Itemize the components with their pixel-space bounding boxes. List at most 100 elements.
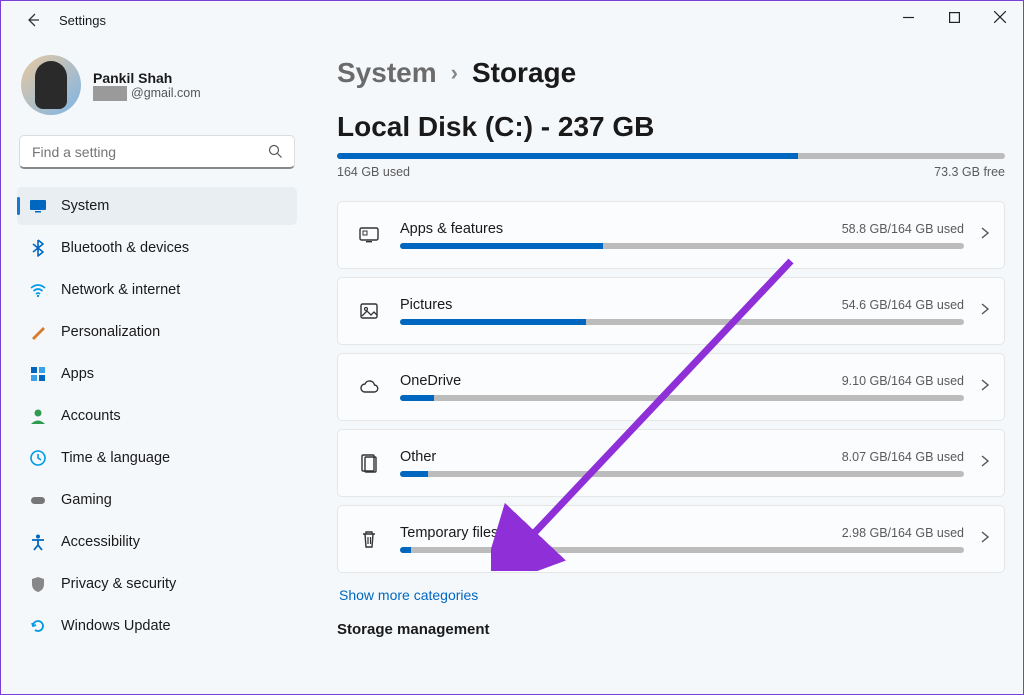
cloud-icon [356, 374, 382, 400]
main-content: System › Storage Local Disk (C:) - 237 G… [309, 39, 1023, 694]
close-button[interactable] [977, 1, 1023, 33]
disk-used-label: 164 GB used [337, 165, 410, 179]
avatar [21, 55, 81, 115]
nav-list: System Bluetooth & devices Network & inter… [17, 187, 297, 645]
nav-item-label: Bluetooth & devices [61, 240, 189, 256]
category-body: Apps & features 58.8 GB/164 GB used [400, 221, 964, 249]
category-list: Apps & features 58.8 GB/164 GB used Pict… [337, 201, 1005, 573]
breadcrumb-parent[interactable]: System [337, 57, 437, 89]
brush-icon [29, 323, 47, 341]
nav-item-label: Network & internet [61, 282, 180, 298]
category-used-label: 9.10 GB/164 GB used [842, 374, 964, 388]
category-fill [400, 471, 428, 477]
category-name: Temporary files [400, 525, 498, 541]
breadcrumb-current: Storage [472, 57, 576, 89]
nav-item-personalization[interactable]: Personalization [17, 313, 297, 351]
chevron-right-icon [980, 454, 990, 473]
nav-item-apps[interactable]: Apps [17, 355, 297, 393]
disk-usage-bar [337, 153, 1005, 159]
category-onedrive[interactable]: OneDrive 9.10 GB/164 GB used [337, 353, 1005, 421]
back-button[interactable] [19, 6, 47, 34]
chevron-right-icon [980, 378, 990, 397]
pictures-icon [356, 298, 382, 324]
category-name: OneDrive [400, 373, 461, 389]
disk-title: Local Disk (C:) - 237 GB [337, 111, 1005, 143]
window-controls [885, 1, 1023, 33]
chevron-right-icon [980, 226, 990, 245]
other-icon [356, 450, 382, 476]
category-bar [400, 547, 964, 553]
maximize-button[interactable] [931, 1, 977, 33]
category-bar [400, 243, 964, 249]
category-used-label: 54.6 GB/164 GB used [842, 298, 964, 312]
bluetooth-icon [29, 239, 47, 257]
search-icon [268, 144, 283, 164]
profile-name: Pankil Shah [93, 70, 201, 86]
nav-item-gaming[interactable]: Gaming [17, 481, 297, 519]
category-apps-features[interactable]: Apps & features 58.8 GB/164 GB used [337, 201, 1005, 269]
sidebar: Pankil Shah @gmail.com System Bluetooth &… [1, 39, 309, 694]
nav-item-label: Time & language [61, 450, 170, 466]
nav-item-time-language[interactable]: Time & language [17, 439, 297, 477]
trash-icon [356, 526, 382, 552]
nav-item-label: Accessibility [61, 534, 140, 550]
apps-icon [356, 222, 382, 248]
person-icon [29, 407, 47, 425]
nav-item-label: Apps [61, 366, 94, 382]
category-body: Temporary files 2.98 GB/164 GB used [400, 525, 964, 553]
nav-item-label: System [61, 198, 109, 214]
disk-usage-fill [337, 153, 798, 159]
profile-block[interactable]: Pankil Shah @gmail.com [17, 49, 297, 129]
category-bar [400, 319, 964, 325]
show-more-link[interactable]: Show more categories [339, 587, 1005, 603]
category-fill [400, 243, 603, 249]
category-name: Pictures [400, 297, 452, 313]
chevron-right-icon [980, 302, 990, 321]
breadcrumb: System › Storage [337, 57, 1005, 89]
minimize-button[interactable] [885, 1, 931, 33]
nav-item-system[interactable]: System [17, 187, 297, 225]
category-temporary-files[interactable]: Temporary files 2.98 GB/164 GB used [337, 505, 1005, 573]
window-title: Settings [59, 13, 106, 28]
chevron-right-icon [980, 530, 990, 549]
category-used-label: 58.8 GB/164 GB used [842, 222, 964, 236]
nav-item-accessibility[interactable]: Accessibility [17, 523, 297, 561]
titlebar: Settings [1, 1, 1023, 39]
nav-item-accounts[interactable]: Accounts [17, 397, 297, 435]
section-storage-management: Storage management [337, 621, 1005, 638]
nav-item-bluetooth-devices[interactable]: Bluetooth & devices [17, 229, 297, 267]
category-name: Apps & features [400, 221, 503, 237]
nav-item-label: Windows Update [61, 618, 171, 634]
category-fill [400, 547, 411, 553]
category-fill [400, 319, 586, 325]
category-name: Other [400, 449, 436, 465]
category-bar [400, 395, 964, 401]
nav-item-network-internet[interactable]: Network & internet [17, 271, 297, 309]
chevron-right-icon: › [451, 60, 458, 86]
disk-free-label: 73.3 GB free [934, 165, 1005, 179]
nav-item-privacy-security[interactable]: Privacy & security [17, 565, 297, 603]
accessibility-icon [29, 533, 47, 551]
category-other[interactable]: Other 8.07 GB/164 GB used [337, 429, 1005, 497]
email-redacted [93, 86, 127, 101]
category-pictures[interactable]: Pictures 54.6 GB/164 GB used [337, 277, 1005, 345]
wifi-icon [29, 281, 47, 299]
search-wrap [19, 135, 295, 169]
search-input[interactable] [19, 135, 295, 169]
category-used-label: 2.98 GB/164 GB used [842, 526, 964, 540]
nav-item-label: Accounts [61, 408, 121, 424]
gamepad-icon [29, 491, 47, 509]
category-body: Pictures 54.6 GB/164 GB used [400, 297, 964, 325]
nav-item-label: Personalization [61, 324, 160, 340]
category-used-label: 8.07 GB/164 GB used [842, 450, 964, 464]
nav-item-windows-update[interactable]: Windows Update [17, 607, 297, 645]
category-fill [400, 395, 434, 401]
nav-item-label: Gaming [61, 492, 112, 508]
nav-item-label: Privacy & security [61, 576, 176, 592]
monitor-icon [29, 197, 47, 215]
disk-labels: 164 GB used 73.3 GB free [337, 165, 1005, 179]
clock-icon [29, 449, 47, 467]
profile-email: @gmail.com [93, 86, 201, 101]
email-suffix: @gmail.com [131, 86, 201, 100]
category-body: OneDrive 9.10 GB/164 GB used [400, 373, 964, 401]
